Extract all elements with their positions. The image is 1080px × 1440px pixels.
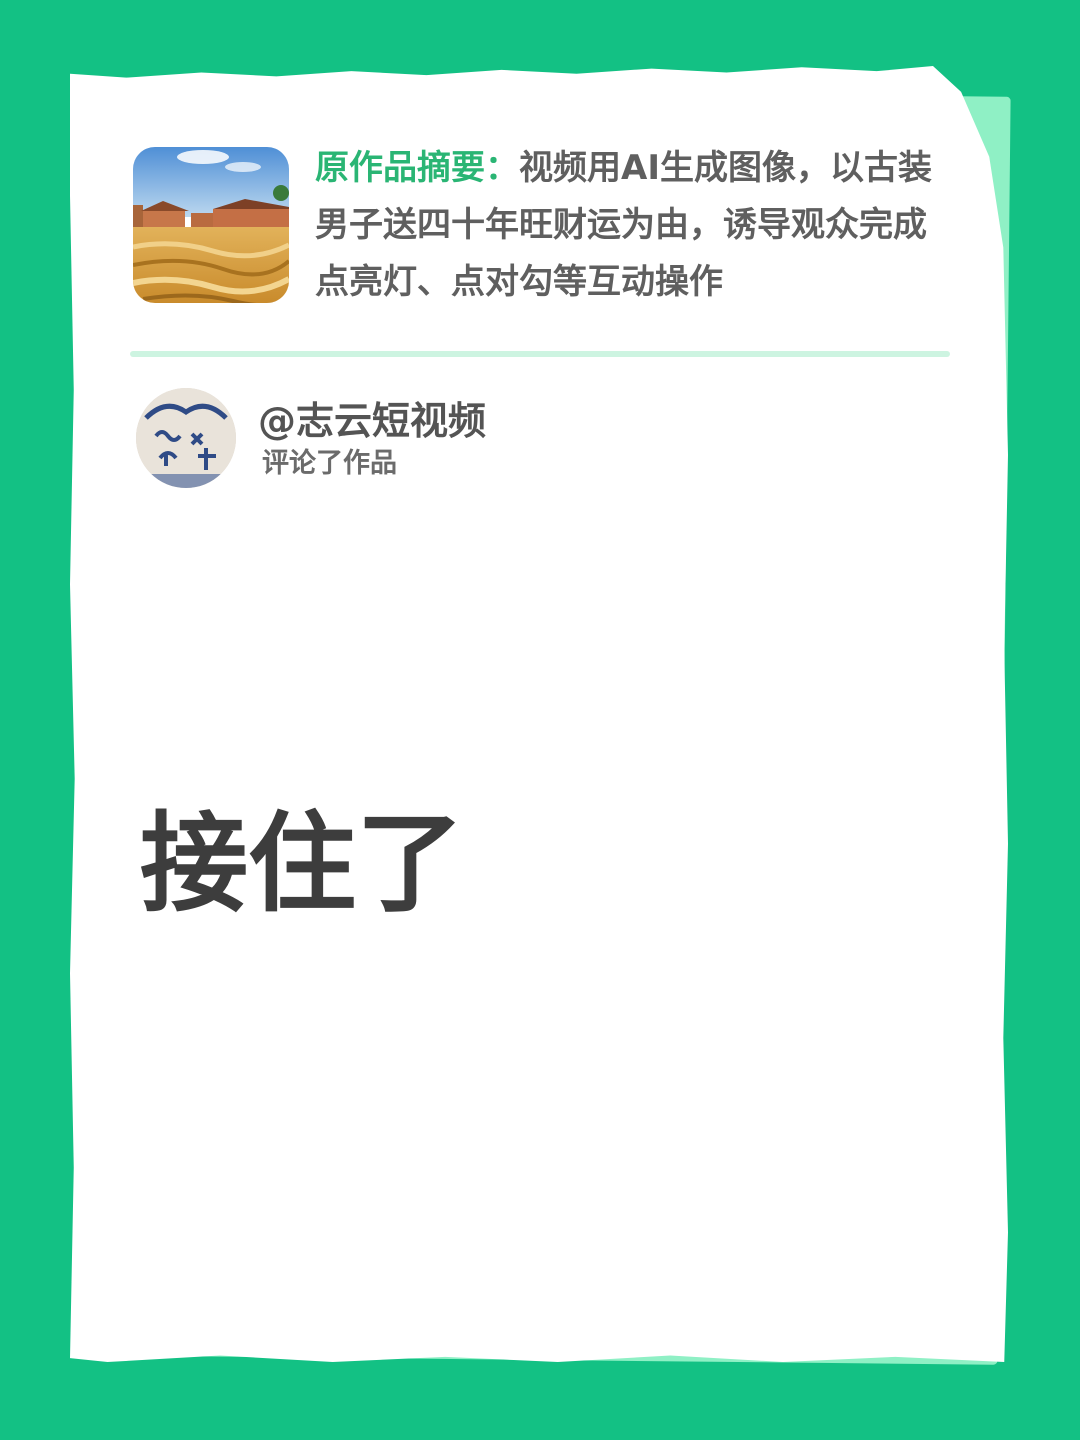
- original-work-summary: 原作品摘要：视频用AI生成图像，以古装男子送四十年旺财运为由，诱导观众完成点亮灯…: [315, 140, 960, 311]
- commenter-action: 评论了作品: [262, 448, 397, 479]
- commenter-avatar[interactable]: [136, 388, 236, 488]
- comment-text: 接住了: [140, 802, 465, 927]
- original-work-thumbnail[interactable]: [133, 147, 289, 303]
- commenter-username[interactable]: @志云短视频: [258, 396, 486, 446]
- section-divider: [130, 351, 950, 357]
- summary-label: 原作品摘要：: [315, 148, 519, 188]
